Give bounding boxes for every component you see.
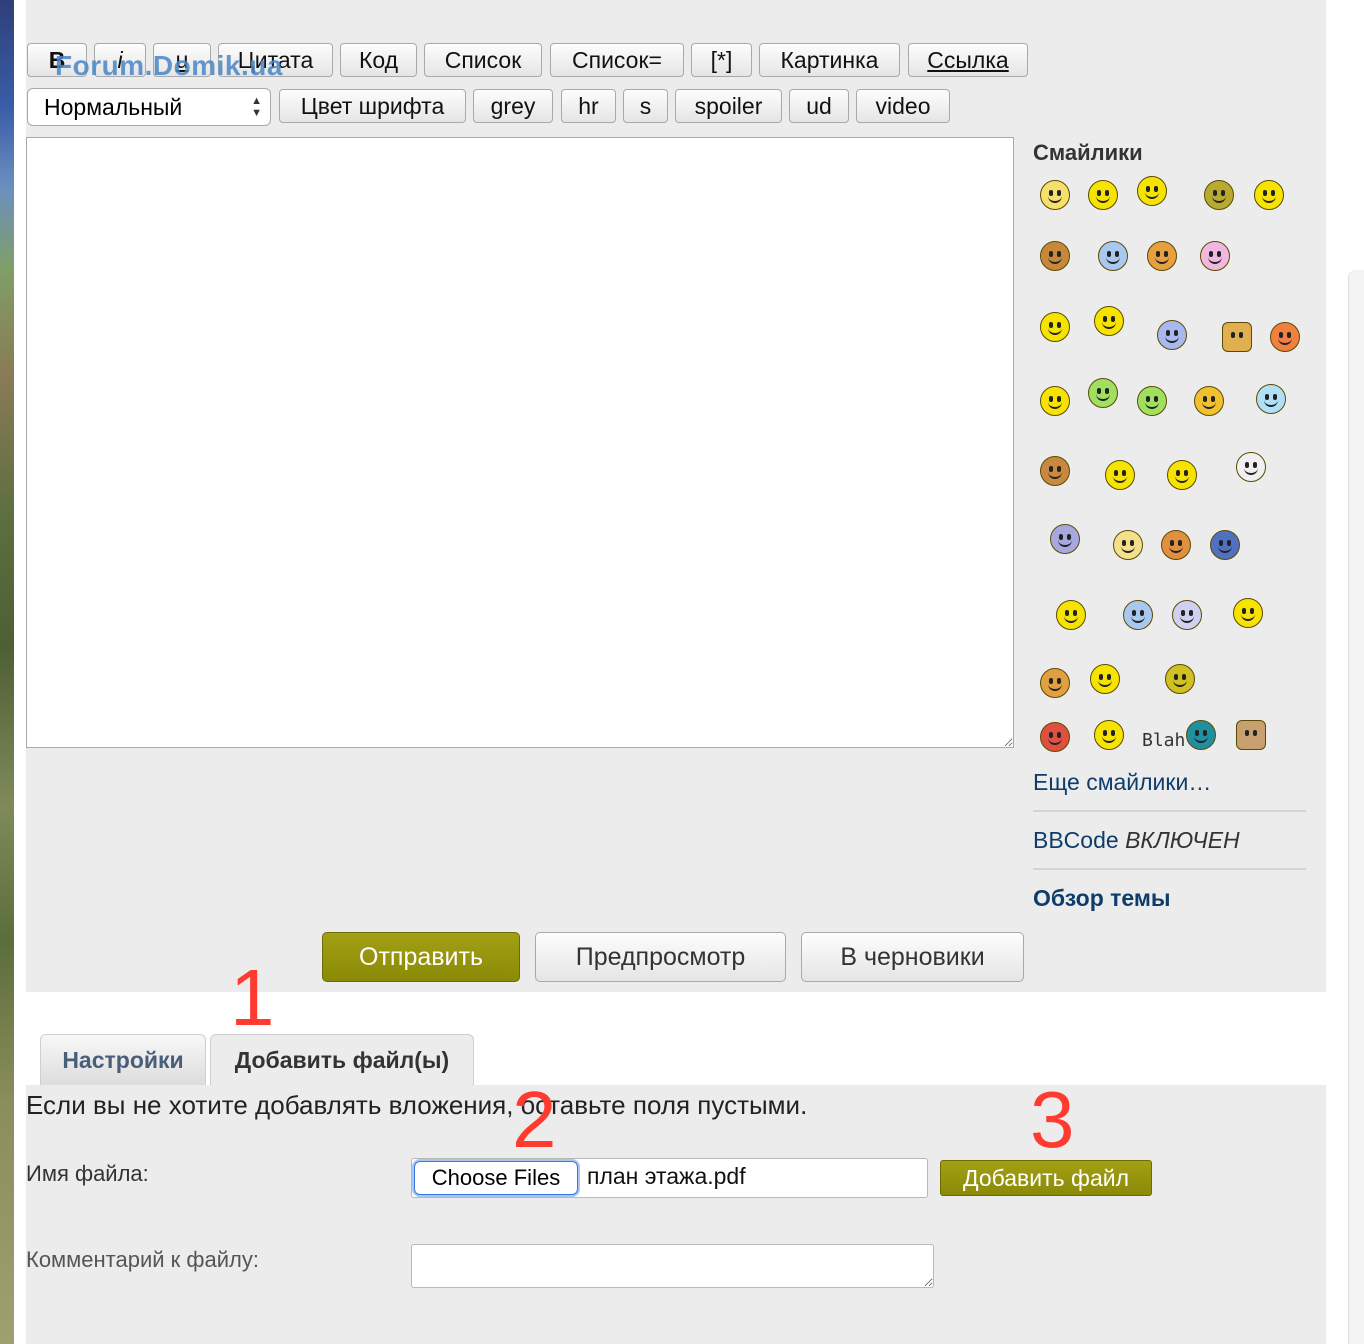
file-comment-input[interactable]	[411, 1244, 934, 1288]
grin-icon[interactable]	[1088, 180, 1118, 210]
wink-icon[interactable]	[1204, 180, 1234, 210]
scared-icon[interactable]	[1172, 600, 1202, 630]
ordered-list-button[interactable]: Список=	[550, 43, 684, 77]
frown-icon[interactable]	[1161, 530, 1191, 560]
sunglasses-icon[interactable]	[1147, 241, 1177, 271]
bbcode-status[interactable]: BBCode ВКЛЮЧЕН	[1033, 827, 1240, 854]
explosion-icon[interactable]	[1040, 722, 1070, 752]
annotation-2: 2	[512, 1075, 557, 1164]
happy-icon[interactable]	[1040, 386, 1070, 416]
shooting-icon[interactable]	[1094, 720, 1124, 750]
message-textarea[interactable]	[26, 137, 1014, 748]
orange-smile-icon[interactable]	[1270, 322, 1300, 352]
dancing-smiley-icon[interactable]	[1094, 306, 1124, 336]
confused-icon[interactable]	[1256, 384, 1286, 414]
facepalm-icon[interactable]	[1105, 460, 1135, 490]
thinking-icon[interactable]	[1040, 456, 1070, 486]
underline-button[interactable]: u	[153, 43, 211, 77]
annotation-3: 3	[1030, 1075, 1075, 1164]
thumbs-down-icon[interactable]	[1236, 720, 1266, 750]
tab-settings[interactable]: Настройки	[40, 1034, 206, 1086]
background-image-strip	[0, 0, 14, 1344]
bbcode-label[interactable]: BBCode	[1033, 827, 1119, 853]
annotation-1: 1	[230, 953, 275, 1042]
attachments-hint: Если вы не хотите добавлять вложения, ос…	[26, 1090, 808, 1120]
bbcode-enabled-text: ВКЛЮЧЕН	[1125, 827, 1240, 853]
tongue-icon[interactable]	[1200, 241, 1230, 271]
cool-blue-icon[interactable]	[1098, 241, 1128, 271]
choose-files-button[interactable]: Choose Files	[414, 1161, 578, 1195]
guitar-smiley-icon[interactable]	[1137, 176, 1167, 206]
submit-button[interactable]: Отправить	[322, 932, 520, 982]
image-button[interactable]: Картинка	[759, 43, 900, 77]
graduate-icon[interactable]	[1167, 460, 1197, 490]
worried-icon[interactable]	[1194, 386, 1224, 416]
preview-button[interactable]: Предпросмотр	[535, 932, 786, 982]
font-size-select-value: Нормальный	[44, 93, 183, 120]
select-arrows-icon: ▲ ▼	[251, 95, 262, 119]
surprised-icon[interactable]	[1056, 600, 1086, 630]
blush-icon[interactable]	[1254, 180, 1284, 210]
sick-icon[interactable]	[1137, 386, 1167, 416]
spoiler-button[interactable]: spoiler	[675, 89, 782, 123]
add-file-button[interactable]: Добавить файл	[940, 1160, 1152, 1196]
filename-label: Имя файла:	[26, 1161, 149, 1186]
code-button[interactable]: Код	[340, 43, 417, 77]
italic-button[interactable]: i	[94, 43, 146, 77]
attachments-panel	[26, 1085, 1326, 1344]
font-color-button[interactable]: Цвет шрифта	[279, 89, 466, 123]
bold-button[interactable]: B	[27, 43, 87, 77]
thumbs-smiley-icon[interactable]	[1157, 320, 1187, 350]
grey-button[interactable]: grey	[473, 89, 553, 123]
selected-file-name: план этажа.pdf	[587, 1163, 746, 1189]
blah-label[interactable]: Blah	[1142, 730, 1185, 751]
alien-icon[interactable]	[1088, 378, 1118, 408]
ud-button[interactable]: ud	[789, 89, 849, 123]
tuxedo-smiley-icon[interactable]	[1040, 312, 1070, 342]
blue-upset-icon[interactable]	[1210, 530, 1240, 560]
shouting-icon[interactable]	[1233, 598, 1263, 628]
thumbs-up-icon[interactable]	[1222, 322, 1252, 352]
smilies-title: Смайлики	[1033, 140, 1143, 165]
divider	[1033, 810, 1306, 812]
wizard-icon[interactable]	[1236, 452, 1266, 482]
list-item-button[interactable]: [*]	[691, 43, 752, 77]
shocked-icon[interactable]	[1123, 600, 1153, 630]
quote-button[interactable]: Цитата	[218, 43, 333, 77]
save-draft-button[interactable]: В черновики	[801, 932, 1024, 982]
strike-button[interactable]: s	[623, 89, 668, 123]
sneaking-icon[interactable]	[1050, 524, 1080, 554]
angry-icon[interactable]	[1040, 668, 1070, 698]
link-button[interactable]: Ссылка	[908, 43, 1028, 77]
font-size-select[interactable]: Нормальный ▲ ▼	[27, 88, 271, 126]
video-button[interactable]: video	[856, 89, 950, 123]
list-button[interactable]: Список	[424, 43, 542, 77]
divider	[1033, 868, 1306, 870]
scrollbar[interactable]	[1348, 270, 1364, 1344]
hr-button[interactable]: hr	[561, 89, 616, 123]
smile-icon[interactable]	[1040, 180, 1070, 210]
sign-holder-icon[interactable]	[1165, 664, 1195, 694]
more-smilies-link[interactable]: Еще смайлики…	[1033, 769, 1211, 796]
sad-icon[interactable]	[1113, 530, 1143, 560]
file-comment-label: Комментарий к файлу:	[26, 1247, 259, 1272]
archer-icon[interactable]	[1090, 664, 1120, 694]
topic-review-link[interactable]: Обзор темы	[1033, 885, 1171, 912]
blah-icon[interactable]	[1186, 720, 1216, 750]
smoking-smiley-icon[interactable]	[1040, 241, 1070, 271]
